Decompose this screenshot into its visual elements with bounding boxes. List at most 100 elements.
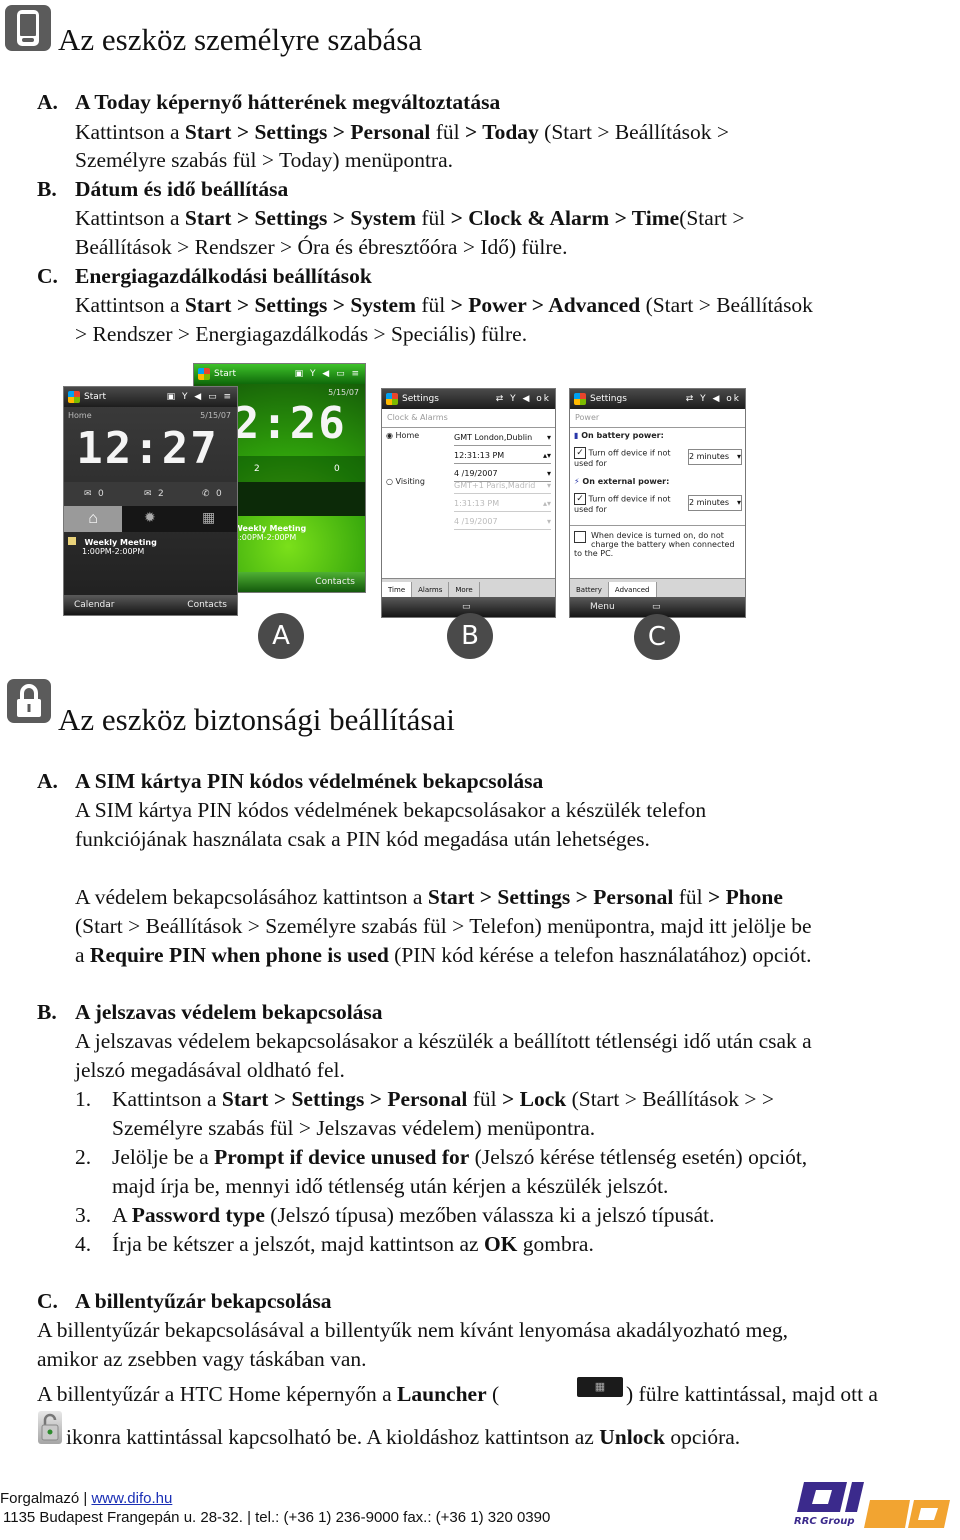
- status-bar: Start ▣ Y ◀ ▭ ≡: [194, 364, 365, 384]
- text-run: ikonra kattintással kapcsolható be. A ki…: [66, 1425, 600, 1449]
- launcher-line-start: A billentyűzár a HTC Home képernyőn a La…: [37, 1380, 499, 1409]
- bold-text: > Phone: [707, 885, 783, 909]
- text-run: fül: [467, 1087, 502, 1111]
- home-time-input[interactable]: 12:31:13 PM ▴▾: [454, 449, 551, 464]
- screenshot-power-settings: Settings ⇄ Y ◀ ok Power ▮ On battery pow…: [569, 388, 746, 618]
- status-bar: Start ▣ Y ◀ ▭ ≡: [64, 387, 237, 407]
- text-run: Kattintson a: [75, 206, 185, 230]
- text-line: jelszó megadásával oldható fel.: [75, 1056, 345, 1085]
- padlock-icon: [7, 679, 51, 723]
- text-run: A SIM kártya PIN kódos védelmének bekapc…: [75, 798, 707, 822]
- step-line: A Password type (Jelszó típusa) mezőben …: [112, 1201, 714, 1230]
- step-line: Jelölje be a Prompt if device unused for…: [112, 1143, 807, 1172]
- text-run: amikor az zsebben vagy táskában van.: [37, 1347, 367, 1371]
- windows-start-icon: [574, 392, 586, 405]
- text-run: Írja be kétszer a jelszót, majd kattints…: [112, 1232, 484, 1256]
- section-heading-text: A SIM kártya PIN kódos védelmének bekapc…: [75, 769, 544, 793]
- text-line: amikor az zsebben vagy táskában van.: [37, 1345, 367, 1374]
- bold-text: > Lock: [501, 1087, 567, 1111]
- bold-text: Launcher: [397, 1382, 487, 1406]
- bold-text: > Clock & Alarm > Time: [450, 206, 680, 230]
- text-run: fül: [416, 206, 451, 230]
- ok-button[interactable]: ok: [726, 394, 741, 404]
- sms-count: 2: [254, 464, 260, 474]
- text-run: (Jelszó kérése tétlenség esetén) opciót,: [469, 1145, 808, 1169]
- text-run: > Rendszer > Energiagazdálkodás > Speciá…: [75, 322, 528, 346]
- difo-logo: RRC Group: [792, 1476, 952, 1534]
- visit-timezone-select[interactable]: GMT+1 Paris,Madrid ▾: [454, 479, 551, 494]
- text-line: A jelszavas védelem bekapcsolásakor a ké…: [75, 1027, 812, 1056]
- battery-turnoff-checkbox[interactable]: ✓ Turn off device if not used for: [574, 447, 684, 468]
- windows-start-icon: [198, 367, 210, 380]
- website-link[interactable]: www.difo.hu: [91, 1490, 172, 1507]
- bold-text: Start > Settings > Personal: [184, 120, 431, 144]
- text-run: (Start > Beállítások >: [538, 120, 730, 144]
- text-line: > Rendszer > Energiagazdálkodás > Speciá…: [75, 320, 527, 349]
- settings-tab-icon[interactable]: ✹: [144, 506, 156, 532]
- radio-home[interactable]: ◉ Home: [386, 431, 419, 440]
- badge-c: C: [634, 614, 680, 660]
- text-line: A SIM kártya PIN kódos védelmének bekapc…: [75, 796, 706, 825]
- softkey-menu[interactable]: Menu: [590, 597, 615, 617]
- softkey-contacts[interactable]: Contacts: [315, 572, 355, 592]
- status-bar: Settings ⇄ Y ◀ ok: [570, 389, 745, 409]
- subsection-heading-b: B. Dátum és idő beállítása: [37, 175, 288, 204]
- bold-text: Start > Settings > System: [184, 293, 416, 317]
- text-run: Személyre szabás fül > Jelszavas védelem…: [112, 1116, 596, 1140]
- battery-timeout-select[interactable]: 2 minutes ▾: [688, 449, 742, 465]
- text-run: jelszó megadásával oldható fel.: [75, 1058, 345, 1082]
- subsection-heading-a: A. A SIM kártya PIN kódos védelmének beka…: [37, 767, 543, 796]
- section-heading-text: Energiagazdálkodási beállítások: [75, 264, 372, 288]
- external-turnoff-checkbox[interactable]: ✓ Turn off device if not used for: [574, 493, 684, 514]
- subsection-heading-a: A. A Today képernyő hátterének megváltozt…: [37, 88, 500, 117]
- step-number: 2.: [75, 1145, 92, 1169]
- text-run: majd írja be, mennyi idő tétlenség után …: [112, 1174, 669, 1198]
- section-title-customization: Az eszköz személyre szabása: [58, 22, 423, 57]
- bold-text: OK: [483, 1232, 518, 1256]
- system-tray-icons: ▣ Y ◀ ▭ ≡: [166, 392, 233, 402]
- battery-icon: ▮: [574, 431, 579, 440]
- section-letter: C.: [37, 1289, 58, 1313]
- softkey-calendar[interactable]: Calendar: [74, 595, 114, 615]
- text-run: fül: [430, 120, 465, 144]
- launcher-tab-icon: ▦: [577, 1377, 623, 1397]
- section-heading-text: A Today képernyő hátterének megváltoztat…: [75, 90, 501, 114]
- text-run: A védelem bekapcsolásához kattintson a: [75, 885, 428, 909]
- home-tab[interactable]: ⌂: [64, 506, 122, 532]
- launcher-tab-icon[interactable]: ▦: [202, 506, 215, 532]
- section-heading-text: A jelszavas védelem bekapcsolása: [75, 1000, 383, 1024]
- external-timeout-select[interactable]: 2 minutes ▾: [688, 495, 742, 511]
- subsection-heading-c: C. A billentyűzár bekapcsolása: [37, 1287, 331, 1316]
- launcher-line-end: ) fülre kattintással, majd ott a: [626, 1380, 878, 1409]
- text-run: (Start > Beállítások: [640, 293, 813, 317]
- text-line: a Require PIN when phone is used (PIN kó…: [75, 941, 811, 970]
- text-run: fül: [416, 293, 451, 317]
- softkey-contacts[interactable]: Contacts: [187, 595, 227, 615]
- badge-a: A: [258, 613, 304, 659]
- visit-time-input[interactable]: 1:31:13 PM ▴▾: [454, 497, 551, 512]
- text-line: funkciójának használata csak a PIN kód m…: [75, 825, 650, 854]
- section-letter: A.: [37, 769, 58, 793]
- bold-text: > Power > Advanced: [450, 293, 641, 317]
- text-run: Kattintson a: [75, 293, 185, 317]
- home-timezone-select[interactable]: GMT London,Dublin ▾: [454, 431, 551, 446]
- text-run: Személyre szabás fül > Today) menüpontra…: [75, 148, 453, 172]
- bold-text: Start > Settings > Personal: [427, 885, 674, 909]
- radio-visiting[interactable]: ○ Visiting: [386, 477, 425, 486]
- step-number: 3.: [75, 1203, 92, 1227]
- text-run: Beállítások > Rendszer > Óra és ébresztő…: [75, 235, 568, 259]
- bold-text: Unlock: [599, 1425, 665, 1449]
- text-line: Személyre szabás fül > Today) menüpontra…: [75, 146, 453, 175]
- settings-tabs: Battery Advanced: [570, 578, 745, 599]
- text-run: (Start >: [679, 206, 745, 230]
- text-run: A jelszavas védelem bekapcsolásakor a ké…: [75, 1029, 812, 1053]
- text-run: Kattintson a: [75, 120, 185, 144]
- ok-button[interactable]: ok: [536, 394, 551, 404]
- bold-text: Password type: [131, 1203, 265, 1227]
- text-run: fülre kattintással, majd ott a: [633, 1382, 878, 1406]
- text-run: opcióra.: [664, 1425, 741, 1449]
- text-run: A billentyűzár bekapcsolásával a billent…: [37, 1318, 789, 1342]
- no-charge-checkbox[interactable]: When device is turned on, do not charge …: [574, 531, 739, 558]
- footer-distributor: Forgalmazó | www.difo.hu: [0, 1490, 173, 1507]
- visit-date-input[interactable]: 4 /19/2007 ▾: [454, 515, 551, 530]
